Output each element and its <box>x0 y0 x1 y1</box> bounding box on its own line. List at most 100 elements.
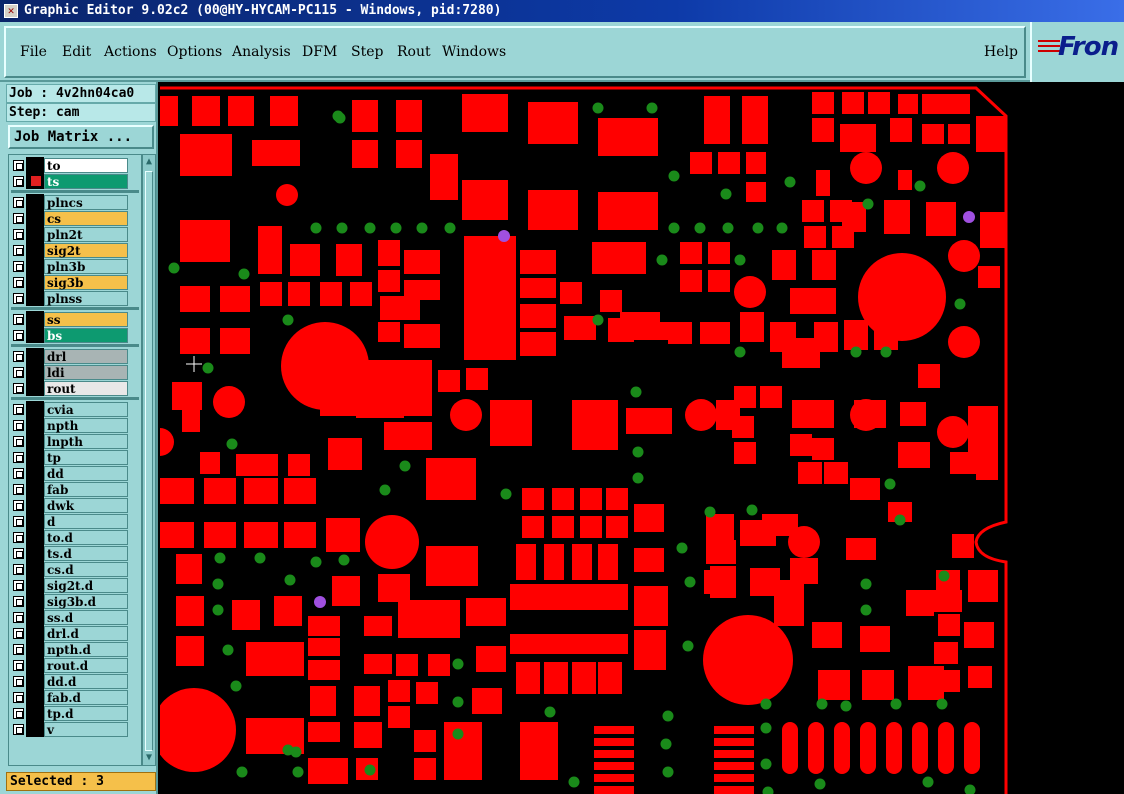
via-pad[interactable] <box>814 778 826 790</box>
smd-pad[interactable] <box>560 282 582 304</box>
smd-pad[interactable] <box>922 124 944 144</box>
smd-pad[interactable] <box>812 622 842 648</box>
layer-checkbox[interactable] <box>13 436 24 447</box>
via-pad[interactable] <box>630 386 642 398</box>
smd-pad[interactable] <box>816 170 830 196</box>
layer-row-sig2t[interactable]: sig2t <box>9 242 141 258</box>
smd-pad[interactable] <box>620 242 646 274</box>
via-pad[interactable] <box>760 698 772 710</box>
round-pad[interactable] <box>685 399 717 431</box>
smd-pad[interactable] <box>598 118 658 156</box>
layer-affected-marker[interactable] <box>26 561 44 577</box>
smd-pad[interactable] <box>332 576 360 606</box>
sot-lead-pad[interactable] <box>714 750 754 758</box>
connector-pad[interactable] <box>964 722 980 774</box>
via-pad[interactable] <box>202 362 214 374</box>
smd-pad[interactable] <box>812 118 834 142</box>
via-pad[interactable] <box>938 570 950 582</box>
via-pad[interactable] <box>734 346 746 358</box>
app-icon[interactable]: ✕ <box>4 4 18 18</box>
via-pad[interactable] <box>592 102 604 114</box>
layer-checkbox[interactable] <box>13 293 24 304</box>
layer-row-plncs[interactable]: plncs <box>9 194 141 210</box>
smd-pad[interactable] <box>180 134 232 176</box>
layer-row-dd-d[interactable]: dd.d <box>9 673 141 689</box>
smd-pad[interactable] <box>948 94 970 114</box>
smd-pad[interactable] <box>522 488 544 510</box>
layer-checkbox[interactable] <box>13 580 24 591</box>
smd-pad[interactable] <box>520 278 556 298</box>
layer-affected-marker[interactable] <box>26 641 44 657</box>
via-pad[interactable] <box>682 640 694 652</box>
smd-pad[interactable] <box>204 478 236 504</box>
smd-pad[interactable] <box>378 574 410 602</box>
smd-pad[interactable] <box>426 458 476 500</box>
via-pad[interactable] <box>238 268 250 280</box>
smd-pad[interactable] <box>284 478 316 504</box>
via-pad[interactable] <box>168 262 180 274</box>
smd-pad[interactable] <box>490 400 532 446</box>
smd-pad[interactable] <box>812 438 834 460</box>
smd-pad[interactable] <box>968 666 992 688</box>
smd-pad[interactable] <box>874 320 898 350</box>
selected-via[interactable] <box>498 230 510 242</box>
layer-row-rout[interactable]: rout <box>9 380 141 396</box>
sot-lead-pad[interactable] <box>714 786 754 794</box>
layer-row-drl-d[interactable]: drl.d <box>9 625 141 641</box>
layer-checkbox[interactable] <box>13 213 24 224</box>
menu-step[interactable]: Step <box>351 44 383 60</box>
smd-pad[interactable] <box>922 94 948 114</box>
layer-row-sig2t-d[interactable]: sig2t.d <box>9 577 141 593</box>
via-pad[interactable] <box>840 700 852 712</box>
layer-checkbox[interactable] <box>13 692 24 703</box>
smd-pad[interactable] <box>634 504 664 532</box>
menu-actions[interactable]: Actions <box>104 44 157 60</box>
round-pad[interactable] <box>213 386 245 418</box>
layer-affected-marker[interactable] <box>26 194 44 210</box>
smd-pad[interactable] <box>176 596 204 626</box>
smd-pad[interactable] <box>598 192 658 230</box>
smd-pad[interactable] <box>380 296 420 320</box>
smd-pad[interactable] <box>462 180 508 220</box>
via-pad[interactable] <box>212 604 224 616</box>
via-pad[interactable] <box>676 542 688 554</box>
menu-help[interactable]: Help <box>984 44 1018 60</box>
smd-pad[interactable] <box>802 200 824 222</box>
layer-affected-marker[interactable] <box>26 673 44 689</box>
smd-pad[interactable] <box>398 600 460 638</box>
via-pad[interactable] <box>850 346 862 358</box>
smd-pad[interactable] <box>760 386 782 408</box>
smd-pad[interactable] <box>288 454 310 476</box>
smd-pad[interactable] <box>180 220 230 262</box>
via-pad[interactable] <box>500 488 512 500</box>
smd-pad[interactable] <box>472 688 502 714</box>
via-pad[interactable] <box>860 604 872 616</box>
smd-pad[interactable] <box>414 730 436 752</box>
job-matrix-button[interactable]: Job Matrix ... <box>8 125 154 149</box>
smd-pad[interactable] <box>284 522 316 548</box>
layer-affected-marker[interactable] <box>26 290 44 306</box>
menu-dfm[interactable]: DFM <box>302 44 337 60</box>
smd-pad[interactable] <box>544 544 564 580</box>
smd-pad[interactable] <box>310 686 336 716</box>
smd-pad[interactable] <box>968 570 998 602</box>
via-pad[interactable] <box>336 222 348 234</box>
menu-file[interactable]: File <box>20 44 47 60</box>
smd-pad[interactable] <box>844 320 868 350</box>
via-pad[interactable] <box>816 698 828 710</box>
smd-pad[interactable] <box>510 584 628 610</box>
smd-pad[interactable] <box>192 96 220 126</box>
smd-pad[interactable] <box>862 670 894 700</box>
smd-pad[interactable] <box>868 92 890 114</box>
round-pad[interactable] <box>450 399 482 431</box>
sot-lead-pad[interactable] <box>594 762 634 770</box>
smd-pad[interactable] <box>706 514 734 540</box>
smd-pad[interactable] <box>520 332 556 356</box>
smd-pad[interactable] <box>510 634 628 654</box>
layer-affected-marker[interactable] <box>26 364 44 380</box>
smd-pad[interactable] <box>680 242 702 264</box>
layer-checkbox[interactable] <box>13 708 24 719</box>
layer-row-pln3b[interactable]: pln3b <box>9 258 141 274</box>
layer-checkbox[interactable] <box>13 314 24 325</box>
via-pad[interactable] <box>212 578 224 590</box>
